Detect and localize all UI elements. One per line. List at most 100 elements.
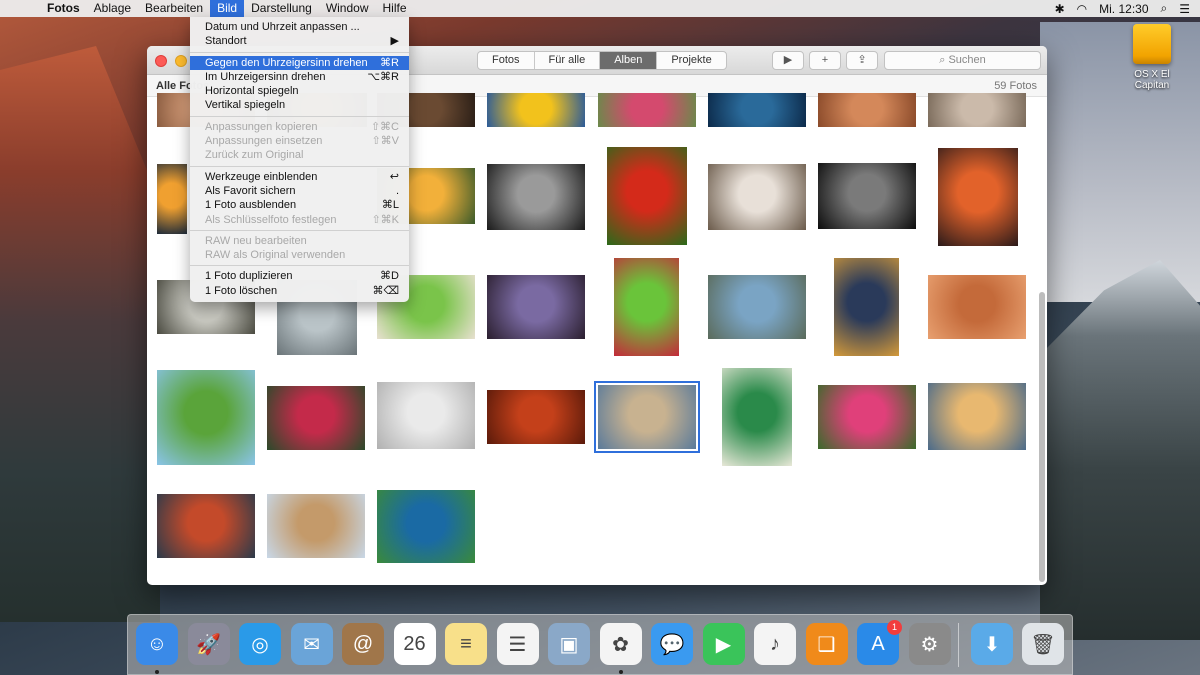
dock-itunes-icon[interactable]: ♪ (754, 623, 796, 665)
tab-alben[interactable]: Alben (600, 52, 658, 69)
dock-system-preferences-icon[interactable]: ⚙ (908, 623, 951, 665)
close-window-button[interactable] (155, 55, 167, 67)
minimize-window-button[interactable] (175, 55, 187, 67)
menu-item-gegen-den-uhrzeigersinn-drehen[interactable]: Gegen den Uhrzeigersinn drehen ⌘R (190, 55, 409, 70)
photo-tea-tins[interactable] (722, 368, 792, 466)
menu-item-werkzeuge-einblenden[interactable]: Werkzeuge einblenden ↩ (190, 170, 409, 184)
menu-window[interactable]: Window (319, 0, 376, 17)
dock-mail-icon[interactable]: ✉ (290, 623, 333, 665)
hard-drive-icon (1133, 24, 1171, 64)
menu-item-label: Datum und Uhrzeit anpassen ... (205, 21, 360, 33)
photo-lava-sky[interactable] (938, 148, 1018, 246)
photo-pink-protea[interactable] (598, 93, 696, 127)
dock-trash-icon[interactable]: 🗑 (1022, 623, 1064, 665)
dock-preview-icon[interactable]: ▣ (548, 623, 590, 665)
menu-item-label: 1 Foto duplizieren (205, 270, 293, 283)
dock-notes-icon[interactable]: ≡ (445, 623, 487, 665)
dock-ibooks-icon[interactable]: ❑ (805, 623, 848, 665)
notification-center-icon[interactable]: ☰ (1179, 2, 1190, 16)
dock-launchpad-icon[interactable]: 🚀 (187, 623, 230, 665)
menu-hilfe[interactable]: Hilfe (376, 0, 414, 17)
menu-item-vertikal-spiegeln[interactable]: Vertikal spiegeln (190, 98, 409, 112)
photo-old-woman[interactable] (818, 93, 916, 127)
downloads-icon: ⬇ (983, 633, 1001, 656)
menu-item-im-uhrzeigersinn-drehen[interactable]: Im Uhrzeigersinn drehen ⌥⌘R (190, 70, 409, 84)
tab-fotos[interactable]: Fotos (478, 52, 535, 69)
desktop-disk-icon[interactable]: OS X El Capitan (1116, 24, 1188, 91)
photo-cathedral-storm[interactable] (487, 275, 585, 339)
photo-peacock[interactable] (377, 490, 475, 563)
photo-swan[interactable] (708, 164, 806, 230)
menu-bild[interactable]: Bild (210, 0, 245, 17)
menu-item-1-foto-duplizieren[interactable]: 1 Foto duplizieren ⌘D (190, 269, 409, 283)
menu-item-label: Standort (205, 35, 247, 48)
tab-fuer-alle[interactable]: Für alle (535, 52, 601, 69)
menu-item-shortcut: ⌘D (380, 270, 399, 283)
photo-market-fish[interactable] (157, 494, 255, 558)
menu-item-als-favorit-sichern[interactable]: Als Favorit sichern. (190, 184, 409, 198)
menu-item-1-foto-löschen[interactable]: 1 Foto löschen ⌘⌫ (190, 284, 409, 298)
photo-keyboard[interactable] (377, 382, 475, 449)
photo-wheat-field[interactable] (157, 370, 255, 465)
share-button[interactable]: ⇪ (846, 51, 878, 70)
dock-reminders-icon[interactable]: ☰ (496, 623, 539, 665)
photo-count: 59 Fotos (994, 80, 1037, 92)
menu-separator (190, 115, 409, 117)
menu-ablage[interactable]: Ablage (87, 0, 138, 17)
tab-projekte[interactable]: Projekte (657, 52, 725, 69)
photo-snake-hand[interactable] (928, 275, 1026, 339)
menu-item-horizontal-spiegeln[interactable]: Horizontal spiegeln (190, 84, 409, 98)
dock-downloads-icon[interactable]: ⬇ (971, 623, 1013, 665)
menu-item-datum-und-uhrzeit-anpassen[interactable]: Datum und Uhrzeit anpassen ... (190, 20, 409, 34)
bluetooth-icon[interactable]: ✱ (1055, 2, 1065, 16)
wifi-icon[interactable]: ◠ (1077, 2, 1087, 16)
photo-giraffes[interactable] (267, 494, 365, 558)
photo-red-parrot[interactable] (607, 147, 687, 245)
menu-item-label: Gegen den Uhrzeigersinn drehen (205, 56, 368, 69)
add-button[interactable]: + (809, 51, 841, 70)
photo-red-leaves[interactable] (487, 390, 585, 444)
menu-bearbeiten[interactable]: Bearbeiten (138, 0, 210, 17)
menu-item-shortcut: . (395, 184, 399, 197)
dock-facetime-icon[interactable]: ▶ (702, 623, 745, 665)
slideshow-button[interactable]: ▶ (772, 51, 804, 70)
dock-safari-icon[interactable]: ◎ (239, 623, 281, 665)
menu-item-label: Anpassungen kopieren (205, 120, 318, 133)
menu-item-shortcut: ▶ (390, 35, 399, 48)
photo-water-drops[interactable] (708, 93, 806, 127)
menu-item-label: 1 Foto ausblenden (205, 199, 297, 212)
dock-app-store-icon[interactable]: A1 (857, 620, 902, 665)
photo-red-flower[interactable] (267, 386, 365, 450)
menu-darstellung[interactable]: Darstellung (244, 0, 319, 17)
menu-item-anpassungen-kopieren: Anpassungen kopieren ⇧⌘C (190, 120, 409, 134)
dock: ☺ 🚀 ◎ ✉ @26 ≡ ☰ ▣ ✿ 💬 ▶ ♪ ❑ A 1 ⚙ ⬇ 🗑 (127, 614, 1073, 675)
dock-photos-icon[interactable]: ✿ (599, 623, 642, 665)
photo-laptop-desk[interactable] (928, 93, 1026, 127)
menu-app-name[interactable]: Fotos (40, 0, 87, 17)
safari-icon: ◎ (251, 633, 269, 656)
photo-city-night[interactable] (834, 258, 899, 356)
photo-sunset-trees[interactable] (157, 164, 187, 234)
vertical-scrollbar[interactable] (1039, 292, 1045, 582)
photo-beach-runners[interactable] (594, 381, 700, 453)
photo-pink-dahlia[interactable] (818, 385, 916, 449)
menu-item-1-foto-ausblenden[interactable]: 1 Foto ausblenden ⌘L (190, 198, 409, 212)
menu-item-zurück-zum-original: Zurück zum Original (190, 148, 409, 162)
finder-icon: ☺ (146, 632, 168, 655)
menu-item-shortcut: ⇧⌘C (370, 120, 399, 133)
photo-green-flower[interactable] (614, 258, 679, 356)
dock-messages-icon[interactable]: 💬 (651, 623, 693, 665)
photo-misty-mountains[interactable] (928, 383, 1026, 450)
dock-calendar-icon[interactable]: 26 (393, 623, 436, 665)
search-input[interactable]: ⌕ Suchen (884, 51, 1041, 70)
dock-contacts-icon[interactable]: @ (342, 623, 384, 665)
menu-item-standort[interactable]: Standort ▶ (190, 34, 409, 48)
spotlight-icon[interactable]: ⌕ (1161, 1, 1168, 16)
contacts-icon: @ (352, 632, 374, 655)
photo-old-man-bw[interactable] (487, 164, 585, 230)
photo-man-portrait-bw[interactable] (818, 163, 916, 229)
photo-miniature-town[interactable] (708, 275, 806, 339)
menubar-clock[interactable]: Mi. 12:30 (1099, 2, 1148, 16)
dock-finder-icon[interactable]: ☺ (136, 623, 178, 665)
photo-yellow-flower[interactable] (487, 93, 585, 127)
